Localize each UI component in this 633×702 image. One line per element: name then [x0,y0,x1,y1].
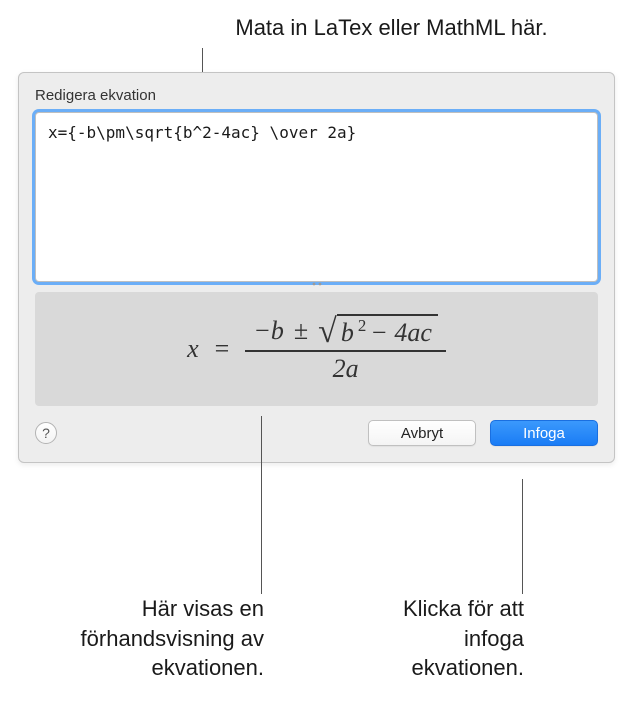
sqrt-body: b2 − 4ac [337,314,438,348]
sqrt-symbol: √ [318,315,337,349]
equation-fraction: −b ± √ b2 − 4ac 2a [245,312,446,386]
sqrt-exponent: 2 [358,316,366,336]
numerator-minus-b: −b [253,316,284,346]
equation-editor-text: x={-b\pm\sqrt{b^2-4ac} \over 2a} [48,123,356,142]
callout-input-hint: Mata in LaTex eller MathML här. [150,0,633,41]
callout-insert-hint: Klicka för att infoga ekvationen. [402,594,524,683]
insert-button[interactable]: Infoga [490,420,598,446]
equation-dialog: Redigera ekvation x={-b\pm\sqrt{b^2-4ac}… [18,72,615,463]
equation-lhs: x [187,334,199,364]
help-icon: ? [42,425,50,441]
fraction-denominator: 2a [325,352,367,386]
callout-line-insert [522,479,523,594]
button-group: Avbryt Infoga [368,420,598,446]
help-button[interactable]: ? [35,422,57,444]
cancel-button[interactable]: Avbryt [368,420,476,446]
sqrt-expression: √ b2 − 4ac [318,314,438,348]
sqrt-b: b [341,318,354,348]
equation-preview-panel: x = −b ± √ b2 − 4ac 2a [35,292,598,406]
equation-equals: = [211,334,234,364]
rendered-equation: x = −b ± √ b2 − 4ac 2a [187,312,446,386]
sqrt-minus-4ac: − 4ac [370,318,432,348]
equation-editor-input[interactable]: x={-b\pm\sqrt{b^2-4ac} \over 2a} [35,112,598,282]
plus-minus-sign: ± [290,316,312,346]
callout-preview-hint: Här visas en förhandsvisning av ekvation… [42,594,264,683]
fraction-numerator: −b ± √ b2 − 4ac [245,312,446,350]
resize-handle[interactable] [311,280,323,288]
dialog-title: Redigera ekvation [19,73,614,112]
callout-line-preview [261,416,262,594]
dialog-button-row: ? Avbryt Infoga [19,406,614,446]
callout-input-hint-text: Mata in LaTex eller MathML här. [235,15,547,40]
